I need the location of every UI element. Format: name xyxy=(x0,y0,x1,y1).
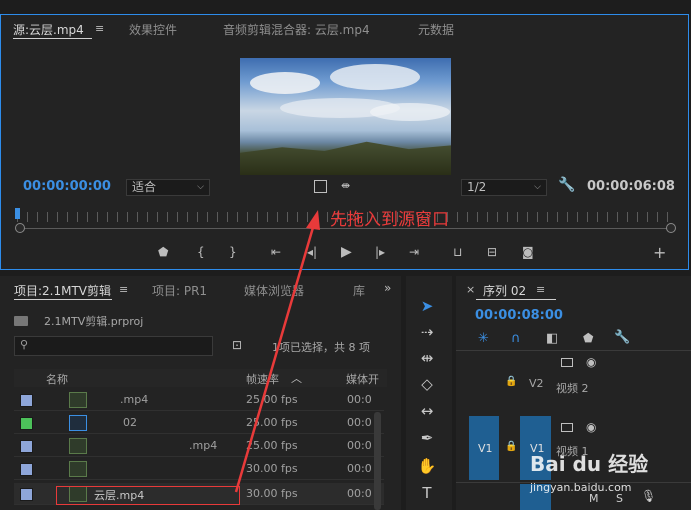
watermark-brand: Bai du 经验 xyxy=(530,452,649,476)
watermark-url: jingyan.baidu.com xyxy=(530,481,632,494)
annotation-text: 先拖入到源窗口 xyxy=(330,210,449,230)
watermark-logo: Bai du 经验 xyxy=(530,448,680,476)
annotation-arrow xyxy=(234,210,320,493)
arrow-head xyxy=(306,210,320,230)
arrow-line xyxy=(234,223,316,493)
